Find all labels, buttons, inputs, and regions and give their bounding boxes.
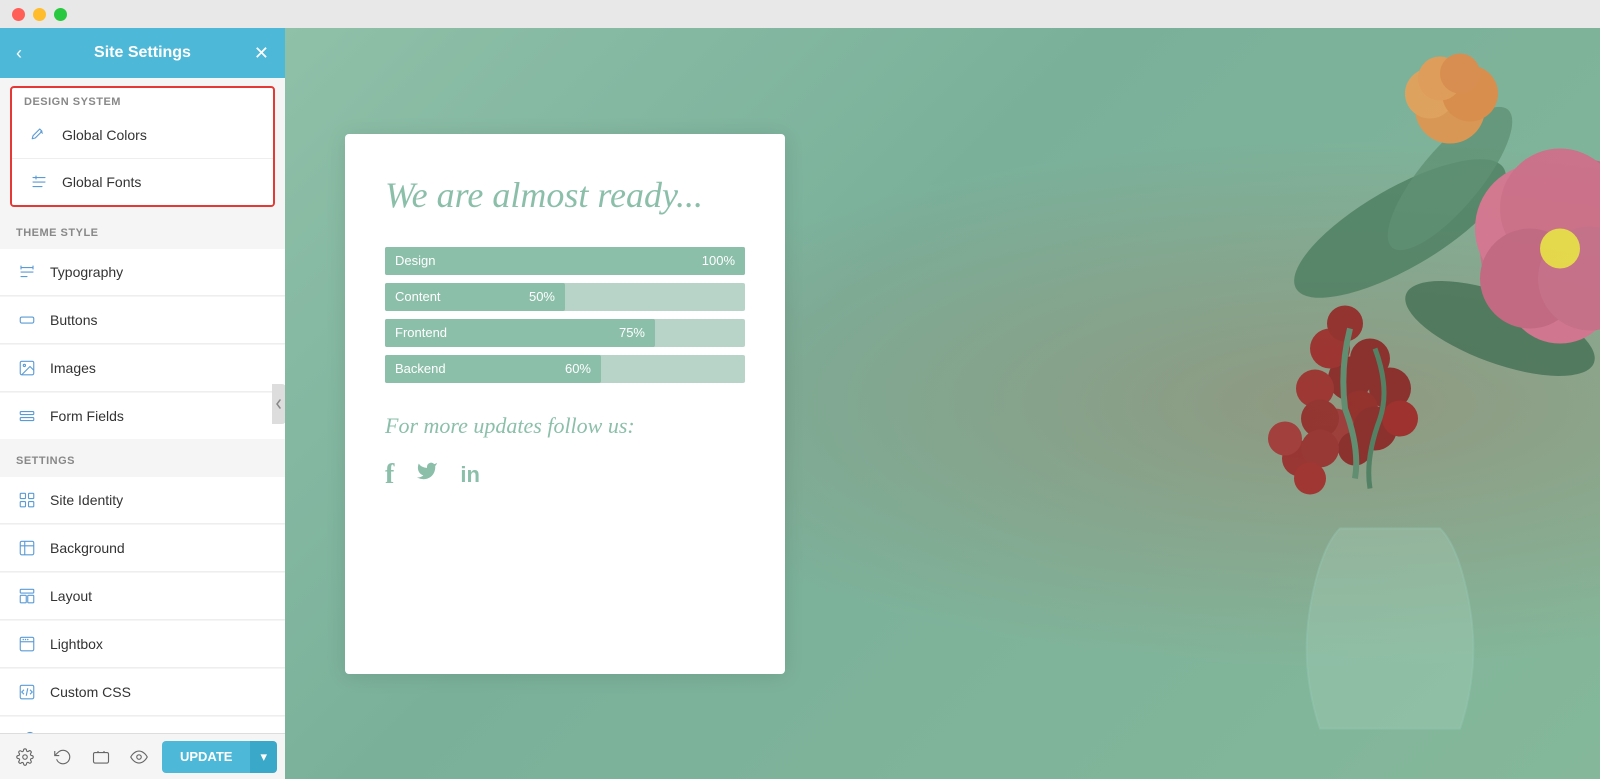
progress-bar-content: Content 50% xyxy=(385,283,745,311)
sidebar-item-global-colors[interactable]: Global Colors xyxy=(12,112,273,159)
sidebar-item-lightbox[interactable]: Lightbox xyxy=(0,621,285,668)
minimize-button[interactable] xyxy=(33,8,46,21)
lightbox-label: Lightbox xyxy=(50,636,103,652)
twitter-icon xyxy=(414,460,440,489)
site-identity-label: Site Identity xyxy=(50,492,123,508)
progress-item-frontend: Frontend 75% xyxy=(385,319,745,347)
history-icon-btn[interactable] xyxy=(46,740,80,774)
design-system-label: DESIGN SYSTEM xyxy=(12,88,273,112)
sidebar-item-form-fields[interactable]: Form Fields xyxy=(0,393,285,439)
social-icons: f in xyxy=(385,459,745,491)
global-fonts-label: Global Fonts xyxy=(62,174,141,190)
progress-item-content: Content 50% xyxy=(385,283,745,311)
font-icon xyxy=(28,171,50,193)
background-icon xyxy=(16,537,38,559)
form-fields-label: Form Fields xyxy=(50,408,124,424)
sidebar-title: Site Settings xyxy=(40,44,245,62)
theme-style-label: THEME STYLE xyxy=(0,215,285,245)
responsive-icon-btn[interactable] xyxy=(84,740,118,774)
progress-fill-backend: Backend 60% xyxy=(385,355,601,383)
progress-item-backend: Backend 60% xyxy=(385,355,745,383)
custom-css-label: Custom CSS xyxy=(50,684,131,700)
preview-icon-btn[interactable] xyxy=(122,740,156,774)
sidebar-item-buttons[interactable]: Buttons xyxy=(0,297,285,344)
preview-title: We are almost ready... xyxy=(385,174,745,217)
maximize-button[interactable] xyxy=(54,8,67,21)
bottom-toolbar: UPDATE ▾ xyxy=(0,733,285,779)
sidebar-item-global-fonts[interactable]: Global Fonts xyxy=(12,159,273,205)
sidebar-item-images[interactable]: Images xyxy=(0,345,285,392)
sidebar-item-custom-css[interactable]: Custom CSS xyxy=(0,669,285,716)
sidebar-item-layout[interactable]: Layout xyxy=(0,573,285,620)
preview-subtitle: For more updates follow us: xyxy=(385,413,745,439)
layout-label: Layout xyxy=(50,588,92,604)
form-icon xyxy=(16,405,38,427)
theme-style-section: Typography Buttons xyxy=(0,249,285,439)
heading-icon xyxy=(16,261,38,283)
linkedin-icon: in xyxy=(460,462,480,488)
sidebar-item-background[interactable]: Background xyxy=(0,525,285,572)
sidebar-item-site-identity[interactable]: Site Identity xyxy=(0,477,285,524)
progress-fill-frontend: Frontend 75% xyxy=(385,319,655,347)
facebook-icon: f xyxy=(385,459,394,491)
sidebar-content: DESIGN SYSTEM Global Colors xyxy=(0,78,285,779)
settings-label: SETTINGS xyxy=(0,443,285,473)
lightbox-icon xyxy=(16,633,38,655)
progress-bar-design: Design 100% xyxy=(385,247,745,275)
preview-card: We are almost ready... Design 100% xyxy=(345,134,785,674)
progress-bar-frontend: Frontend 75% xyxy=(385,319,745,347)
image-icon xyxy=(16,357,38,379)
progress-section: Design 100% Content 50% xyxy=(385,247,745,383)
canvas-area: We are almost ready... Design 100% xyxy=(285,28,1600,779)
sidebar-item-typography[interactable]: Typography xyxy=(0,249,285,296)
site-identity-icon xyxy=(16,489,38,511)
typography-label: Typography xyxy=(50,264,123,280)
settings-icon-btn[interactable] xyxy=(8,740,42,774)
window-chrome xyxy=(0,0,1600,28)
button-icon xyxy=(16,309,38,331)
css-icon xyxy=(16,681,38,703)
design-system-section: DESIGN SYSTEM Global Colors xyxy=(10,86,275,207)
collapse-handle[interactable] xyxy=(272,384,285,424)
app-container: ‹ Site Settings ✕ DESIGN SYSTEM Global C… xyxy=(0,28,1600,779)
global-colors-label: Global Colors xyxy=(62,127,147,143)
sidebar-header: ‹ Site Settings ✕ xyxy=(0,28,285,78)
background-label: Background xyxy=(50,540,125,556)
back-button[interactable]: ‹ xyxy=(16,43,40,64)
layout-icon xyxy=(16,585,38,607)
buttons-label: Buttons xyxy=(50,312,97,328)
progress-fill-content: Content 50% xyxy=(385,283,565,311)
progress-fill-design: Design 100% xyxy=(385,247,745,275)
update-button[interactable]: UPDATE xyxy=(162,741,250,773)
settings-section: Site Identity Background xyxy=(0,477,285,763)
update-dropdown-button[interactable]: ▾ xyxy=(250,741,277,773)
palette-icon xyxy=(28,124,50,146)
update-btn-group: UPDATE ▾ xyxy=(162,741,277,773)
sidebar: ‹ Site Settings ✕ DESIGN SYSTEM Global C… xyxy=(0,28,285,779)
close-button[interactable] xyxy=(12,8,25,21)
images-label: Images xyxy=(50,360,96,376)
close-panel-button[interactable]: ✕ xyxy=(245,43,269,64)
progress-item-design: Design 100% xyxy=(385,247,745,275)
progress-bar-backend: Backend 60% xyxy=(385,355,745,383)
